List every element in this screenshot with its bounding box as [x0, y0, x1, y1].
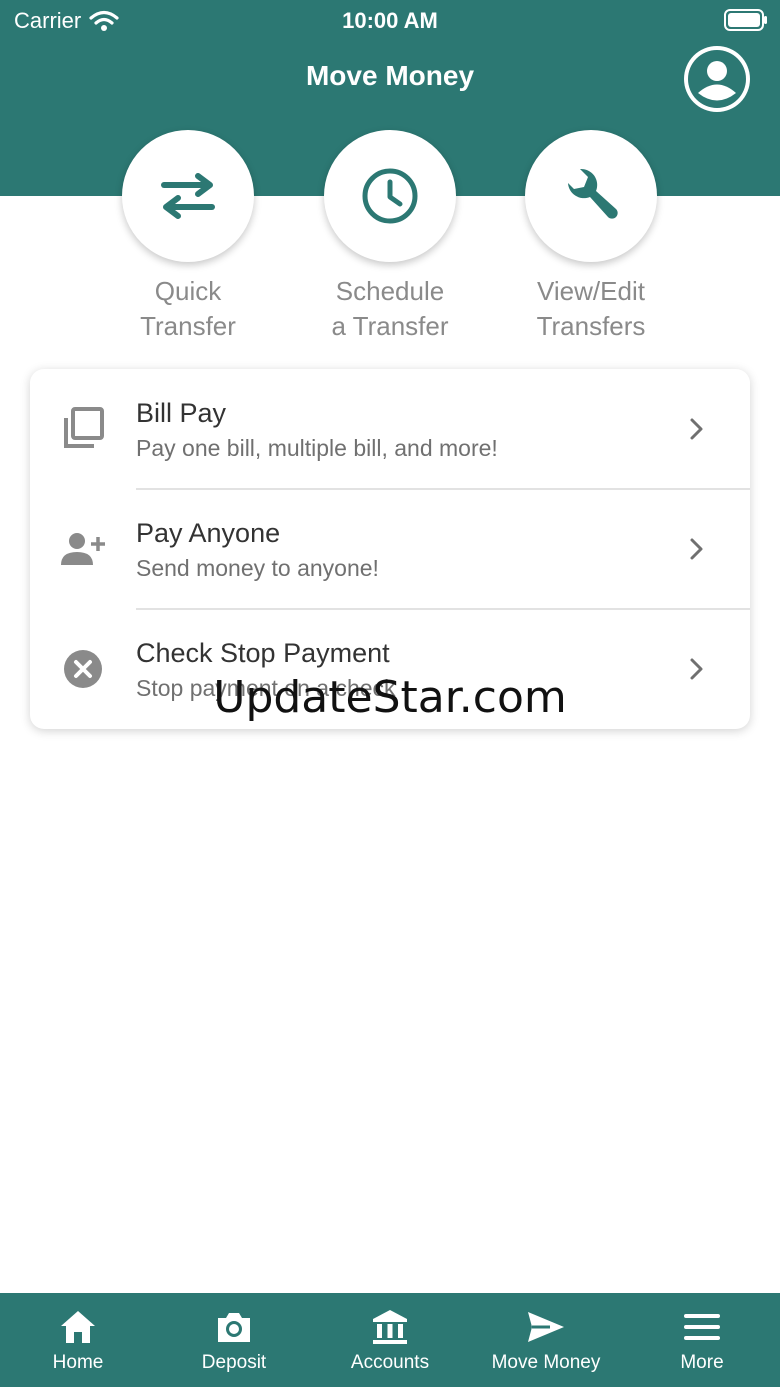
bill-pay-title: Bill Pay: [136, 398, 227, 428]
menu-item-bill-pay[interactable]: Bill Pay Pay one bill, multiple bill, an…: [30, 369, 750, 489]
tab-move-money-label: Move Money: [491, 1352, 601, 1373]
schedule-transfer-label: Schedule a Transfer: [310, 274, 470, 344]
tab-accounts-label: Accounts: [350, 1352, 430, 1373]
tab-deposit[interactable]: Deposit: [156, 1293, 312, 1387]
status-time: 10:00 AM: [342, 8, 438, 33]
quick-transfer-label-line1: Quick: [154, 276, 222, 306]
watermark-text: UpdateStar.com: [213, 672, 567, 723]
profile-button[interactable]: [684, 46, 750, 112]
schedule-transfer-label-line1: Schedule: [335, 276, 445, 306]
schedule-transfer-button[interactable]: Schedule a Transfer: [310, 130, 470, 344]
status-bar: Carrier 10:00 AM: [0, 0, 780, 40]
tab-home-label: Home: [52, 1352, 104, 1373]
wrench-icon: [568, 168, 618, 219]
view-edit-transfers-label-line1: View/Edit: [537, 276, 645, 306]
chevron-right-icon: [690, 538, 703, 560]
add-person-icon: [60, 526, 106, 572]
camera-icon: [214, 1307, 254, 1347]
tab-home[interactable]: Home: [0, 1293, 156, 1387]
clock-icon: [362, 168, 418, 224]
chevron-right-icon: [690, 418, 703, 440]
pay-anyone-subtitle: Send money to anyone!: [136, 555, 379, 581]
user-avatar-icon: [688, 50, 746, 108]
view-edit-transfers-label-line2: Transfers: [536, 311, 646, 341]
quick-transfer-button[interactable]: Quick Transfer: [108, 130, 268, 344]
check-stop-payment-title: Check Stop Payment: [136, 638, 390, 668]
pay-anyone-title: Pay Anyone: [136, 518, 281, 548]
battery-icon: [724, 9, 767, 31]
menu-icon: [682, 1307, 722, 1347]
schedule-transfer-label-line2: a Transfer: [331, 311, 449, 341]
page-title: Move Money: [305, 60, 475, 91]
tab-more[interactable]: More: [624, 1293, 780, 1387]
bill-pay-subtitle: Pay one bill, multiple bill, and more!: [136, 435, 498, 461]
view-edit-transfers-circle: [525, 130, 657, 262]
swap-arrows-icon: [161, 173, 215, 219]
bank-icon: [370, 1307, 410, 1347]
bottom-tab-bar: Home Deposit Accounts Move Money More: [0, 1293, 780, 1387]
quick-transfer-circle: [122, 130, 254, 262]
home-icon: [58, 1307, 98, 1347]
view-edit-transfers-button[interactable]: View/Edit Transfers: [511, 130, 671, 344]
copy-icon: [60, 405, 106, 451]
quick-transfer-label: Quick Transfer: [108, 274, 268, 344]
quick-transfer-label-line2: Transfer: [140, 311, 236, 341]
view-edit-transfers-label: View/Edit Transfers: [511, 274, 671, 344]
tab-move-money[interactable]: Move Money: [468, 1293, 624, 1387]
schedule-transfer-circle: [324, 130, 456, 262]
tab-more-label: More: [680, 1352, 724, 1373]
menu-item-pay-anyone[interactable]: Pay Anyone Send money to anyone!: [30, 489, 750, 609]
send-icon: [526, 1307, 566, 1347]
tab-deposit-label: Deposit: [201, 1352, 267, 1373]
tab-accounts[interactable]: Accounts: [312, 1293, 468, 1387]
